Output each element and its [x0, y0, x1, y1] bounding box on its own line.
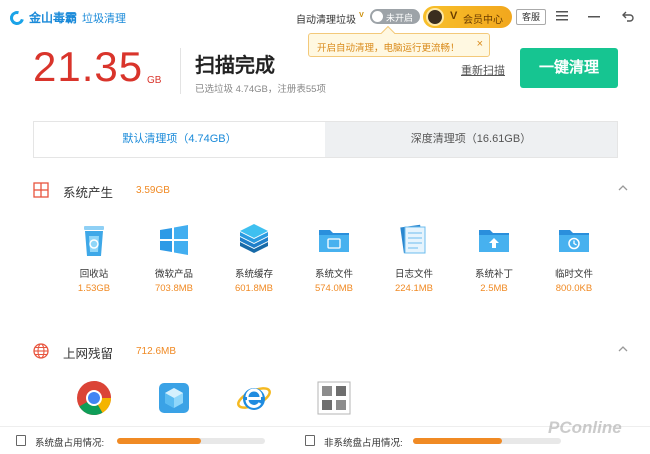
module-name: 垃圾清理 — [82, 12, 127, 25]
toggle-state-text: 未开启 — [386, 13, 414, 23]
section-internet-items — [54, 380, 628, 425]
minimize-icon[interactable] — [584, 6, 604, 26]
section-internet-size: 712.6MB — [136, 346, 177, 357]
item-name: 回收站 — [79, 269, 109, 280]
item-size: 1.53GB — [77, 283, 111, 294]
tab-default-clean[interactable]: 默认清理项（4.74GB） — [34, 122, 325, 157]
item-name: 系统缓存 — [234, 269, 273, 280]
patch-folder-icon — [479, 230, 509, 252]
item-name: 系统补丁 — [474, 269, 513, 280]
section-system-header[interactable]: 系统产生 3.59GB — [33, 180, 628, 200]
auto-clean-label: 自动清理垃圾 — [296, 15, 356, 26]
auto-clean-toggle[interactable]: 未开启 — [370, 9, 420, 24]
log-file-icon — [400, 224, 426, 254]
customer-service-button[interactable]: 客服 — [516, 9, 546, 25]
ie-icon — [237, 387, 271, 410]
duba-logo-icon — [7, 7, 27, 28]
vip-center-label: 会员中心 — [463, 15, 503, 26]
item-name: 微软产品 — [154, 269, 193, 280]
chrome-icon — [77, 381, 111, 415]
item-system-patches[interactable]: 系统补丁 2.5MB — [454, 222, 534, 302]
section-internet-title: 上网残留 — [63, 347, 114, 361]
vip-center-button[interactable]: V 会员中心 — [423, 6, 512, 28]
clean-tabs: 默认清理项（4.74GB） 深度清理项（16.61GB） — [33, 121, 618, 158]
junk-size-unit: GB — [147, 75, 162, 86]
item-log-files[interactable]: 日志文件 224.1MB — [374, 222, 454, 302]
windows-logo-icon — [160, 225, 188, 255]
tooltip-close-icon[interactable]: × — [477, 38, 483, 50]
item-name: 日志文件 — [394, 269, 433, 280]
section-internet-header[interactable]: 上网残留 712.6MB — [33, 341, 628, 361]
windows-grid-icon — [33, 182, 49, 198]
scan-status-title: 扫描完成 — [195, 55, 275, 77]
scan-detail: 已选垃圾 4.74GB，注册表55项 — [195, 84, 326, 95]
menu-icon[interactable] — [552, 6, 572, 26]
other-disk-usage-fill — [413, 438, 502, 444]
layers-icon — [240, 224, 268, 253]
item-system-files[interactable]: 系统文件 574.0MB — [294, 222, 374, 302]
app-logo: 金山毒霸 垃圾清理 — [7, 7, 127, 28]
globe-icon — [33, 343, 49, 359]
tooltip-text: 开启自动清理，电脑运行更流畅！ — [317, 43, 460, 54]
item-size: 224.1MB — [394, 283, 434, 294]
system-disk-label: 系统盘占用情况: — [35, 438, 105, 449]
avatar — [426, 8, 444, 26]
item-size: 703.8MB — [154, 283, 194, 294]
item-name: 系统文件 — [314, 269, 353, 280]
item-size: 800.0KB — [555, 283, 593, 294]
vip-letter: V — [450, 10, 458, 22]
section-system-size: 3.59GB — [136, 185, 170, 196]
toggle-knob — [372, 11, 383, 22]
item-name: 临时文件 — [554, 269, 593, 280]
recycle-bin-icon — [84, 226, 104, 256]
system-disk-usage-bar — [117, 438, 265, 444]
item-recycle-bin[interactable]: 回收站 1.53GB — [54, 222, 134, 302]
back-icon[interactable] — [618, 6, 638, 26]
watermark-logo: PConline — [548, 418, 622, 437]
title-bar: 金山毒霸 垃圾清理 自动清理垃圾 V 未开启 V 会员中心 客服 — [0, 0, 650, 34]
item-size: 574.0MB — [314, 283, 354, 294]
vip-crown-icon: V — [359, 12, 364, 19]
chevron-up-icon[interactable] — [618, 182, 628, 194]
folder-icon — [319, 230, 349, 252]
browser-cube-icon — [159, 383, 189, 413]
tab-deep-clean[interactable]: 深度清理项（16.61GB） — [325, 122, 617, 157]
section-system-items: 回收站 1.53GB 微软产品 703.8MB 系统缓存 601.8MB 系统文… — [54, 222, 628, 302]
chevron-up-icon[interactable] — [618, 343, 628, 355]
other-disk-usage-bar — [413, 438, 561, 444]
summary-divider — [180, 48, 181, 94]
item-temp-files[interactable]: 临时文件 800.0KB — [534, 222, 614, 302]
disk-icon — [16, 435, 26, 446]
rescan-link[interactable]: 重新扫描 — [461, 62, 505, 78]
auto-clean-tooltip: 开启自动清理，电脑运行更流畅！ × — [308, 25, 490, 57]
brand-name: 金山毒霸 — [29, 11, 78, 25]
section-system-title: 系统产生 — [63, 186, 114, 200]
item-size: 601.8MB — [234, 283, 274, 294]
system-disk-usage-fill — [117, 438, 202, 444]
app-grid-icon — [317, 381, 351, 415]
item-microsoft-products[interactable]: 微软产品 703.8MB — [134, 222, 214, 302]
item-system-cache[interactable]: 系统缓存 601.8MB — [214, 222, 294, 302]
junk-size-value: 21.35 — [33, 43, 144, 90]
temp-folder-icon — [559, 230, 589, 252]
item-size: 2.5MB — [480, 283, 508, 294]
one-click-clean-button[interactable]: 一键清理 — [520, 48, 618, 88]
other-disk-label: 非系统盘占用情况: — [324, 438, 403, 449]
disk-icon — [305, 435, 315, 446]
